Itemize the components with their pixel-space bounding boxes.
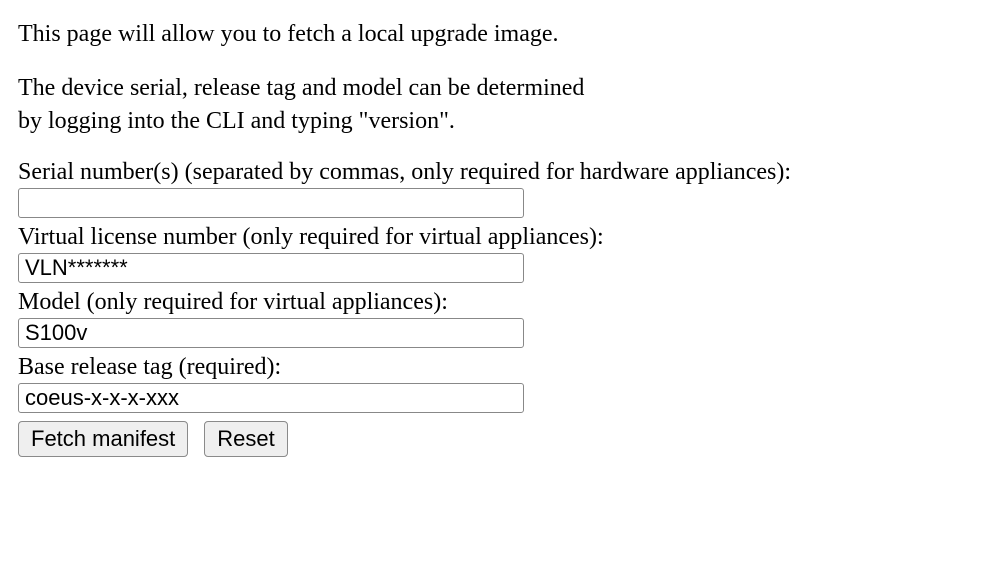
serial-input[interactable] bbox=[18, 188, 524, 218]
vln-input[interactable] bbox=[18, 253, 524, 283]
release-label: Base release tag (required): bbox=[18, 354, 981, 381]
fetch-manifest-button[interactable]: Fetch manifest bbox=[18, 421, 188, 457]
model-label: Model (only required for virtual applian… bbox=[18, 289, 981, 316]
intro-text-1: This page will allow you to fetch a loca… bbox=[18, 18, 981, 50]
release-input[interactable] bbox=[18, 383, 524, 413]
reset-button[interactable]: Reset bbox=[204, 421, 287, 457]
model-input[interactable] bbox=[18, 318, 524, 348]
intro-text-2: The device serial, release tag and model… bbox=[18, 72, 981, 137]
serial-label: Serial number(s) (separated by commas, o… bbox=[18, 159, 981, 186]
vln-label: Virtual license number (only required fo… bbox=[18, 224, 981, 251]
